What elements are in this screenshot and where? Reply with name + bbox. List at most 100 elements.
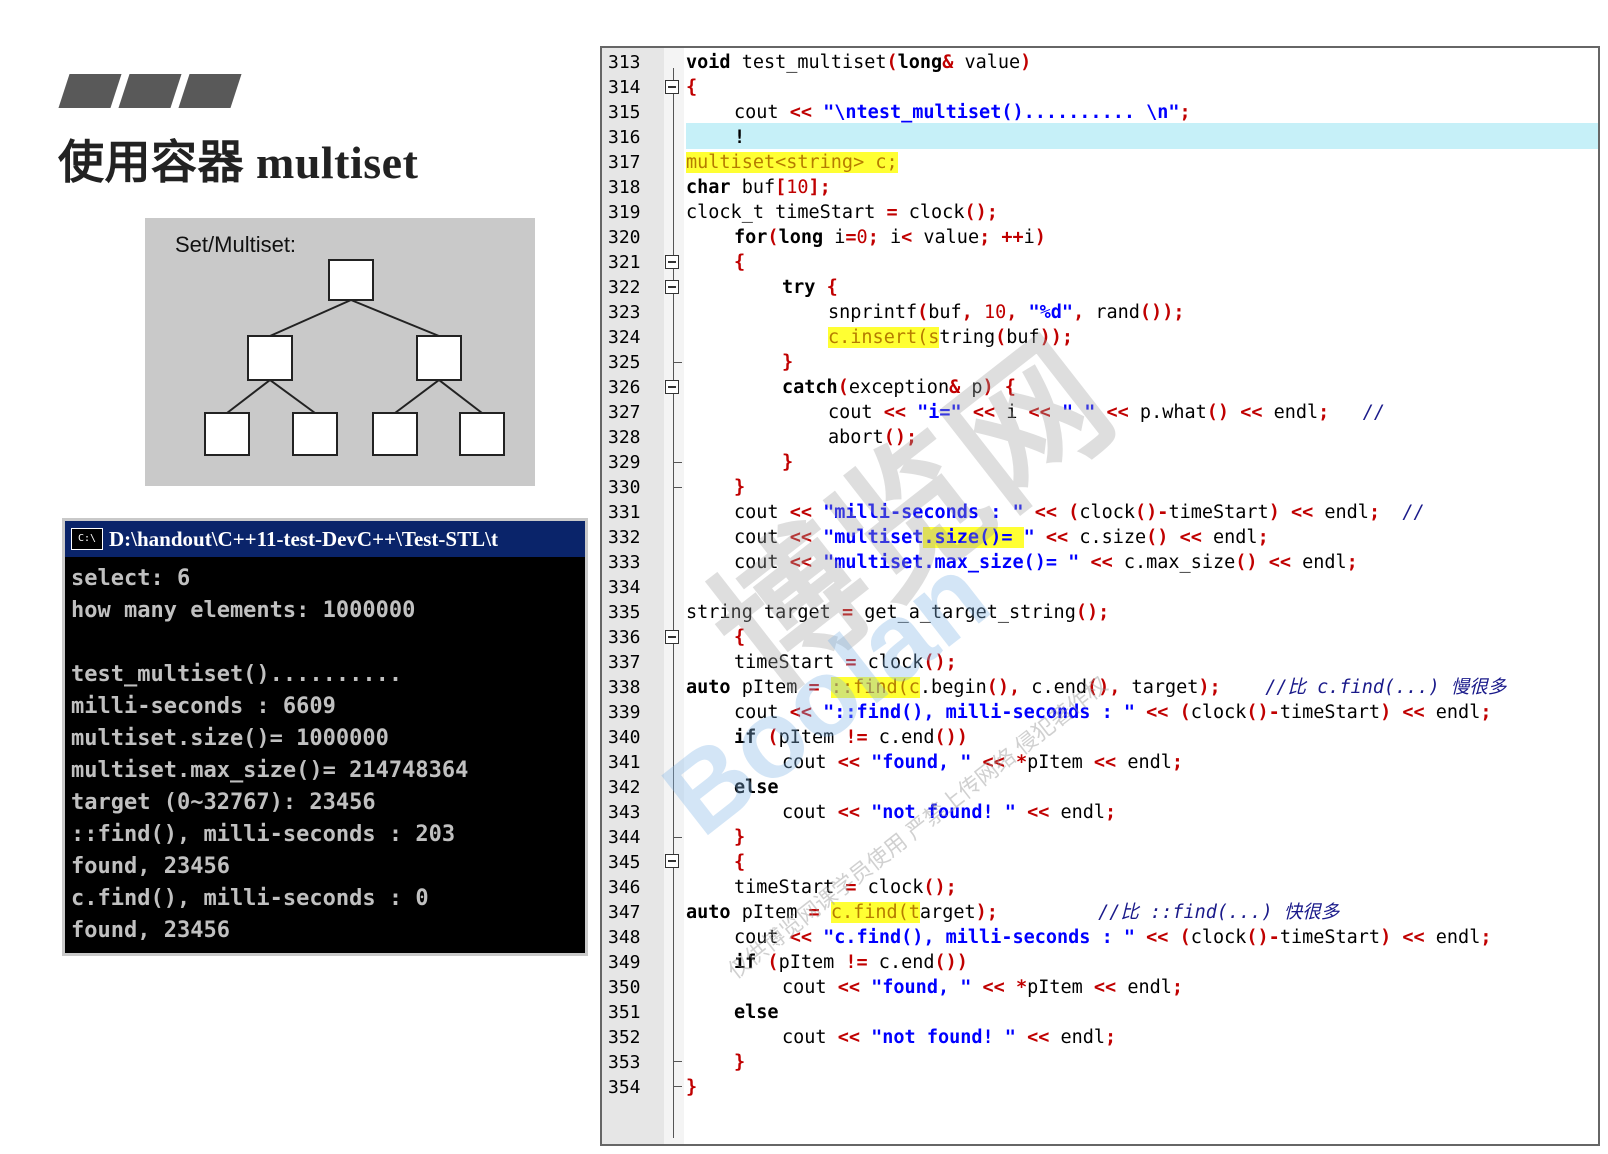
line-number: 340	[608, 727, 641, 748]
line-number: 353	[608, 1052, 641, 1073]
console-line: target (0~32767): 23456	[71, 790, 376, 815]
fold-end-marker	[673, 462, 682, 463]
code-line: cout << "not found! " << endl;	[782, 1027, 1117, 1048]
fold-column	[664, 48, 684, 1144]
fold-end-marker	[673, 487, 682, 488]
code-line: {	[686, 77, 698, 98]
fold-toggle-icon[interactable]	[665, 280, 679, 294]
console-title: D:\handout\C++11-test-DevC++\Test-STL\t	[109, 526, 498, 551]
code-line: multiset<string> c;	[686, 152, 898, 173]
console-line: how many elements: 1000000	[71, 598, 416, 623]
code-line: }	[686, 1077, 698, 1098]
fold-end-marker	[673, 1086, 682, 1087]
console-line: c.find(), milli-seconds : 0	[71, 886, 429, 911]
console-line: found, 23456	[71, 918, 230, 943]
decoration-bar	[178, 74, 242, 108]
line-number: 348	[608, 927, 641, 948]
binary-tree-graphic	[204, 259, 505, 456]
line-number: 345	[608, 852, 641, 873]
fold-end-marker	[673, 837, 682, 838]
tree-node	[372, 412, 418, 456]
tree-node	[416, 335, 462, 381]
fold-end-marker	[673, 362, 682, 363]
code-line: try {	[782, 277, 838, 298]
line-number: 314	[608, 77, 641, 98]
line-number: 319	[608, 202, 641, 223]
console-window[interactable]: C:\ D:\handout\C++11-test-DevC++\Test-ST…	[62, 518, 588, 956]
line-number: 316	[608, 127, 641, 148]
line-number: 330	[608, 477, 641, 498]
fold-end-marker	[673, 1061, 682, 1062]
line-number: 349	[608, 952, 641, 973]
fold-toggle-icon[interactable]	[665, 80, 679, 94]
fold-guide-line	[673, 68, 674, 1138]
line-number: 342	[608, 777, 641, 798]
line-number: 321	[608, 252, 641, 273]
slide-title: 使用容器 multiset	[58, 137, 419, 188]
console-line: select: 6	[71, 566, 191, 591]
code-line: }	[782, 352, 794, 373]
line-number: 333	[608, 552, 641, 573]
decoration-bar	[58, 74, 122, 108]
code-line: }	[734, 1052, 746, 1073]
console-titlebar[interactable]: C:\ D:\handout\C++11-test-DevC++\Test-ST…	[65, 521, 585, 557]
line-number: 332	[608, 527, 641, 548]
line-number-gutter: 313 314 315 316 317 318 319 320 321 322 323 324 325 3…	[602, 48, 664, 1144]
line-number: 344	[608, 827, 641, 848]
fold-toggle-icon[interactable]	[665, 854, 679, 868]
line-number: 331	[608, 502, 641, 523]
tree-node	[292, 412, 338, 456]
fold-toggle-icon[interactable]	[665, 380, 679, 394]
line-number: 313	[608, 52, 641, 73]
line-number: 327	[608, 402, 641, 423]
tree-node	[204, 412, 250, 456]
line-number: 317	[608, 152, 641, 173]
line-number: 329	[608, 452, 641, 473]
code-line: {	[734, 252, 746, 273]
code-line: clock_t timeStart = clock();	[686, 202, 998, 223]
decoration-bar	[118, 74, 182, 108]
tree-node	[459, 412, 505, 456]
line-number: 318	[608, 177, 641, 198]
line-number: 343	[608, 802, 641, 823]
current-line-highlight	[686, 123, 1598, 149]
console-line: multiset.max_size()= 214748364	[71, 758, 469, 783]
line-number: 320	[608, 227, 641, 248]
code-line: !	[734, 127, 746, 148]
console-line: milli-seconds : 6609	[71, 694, 336, 719]
line-number: 335	[608, 602, 641, 623]
code-line: cout << "found, " << *pItem << endl;	[782, 977, 1184, 998]
code-line: void test_multiset(long& value)	[686, 52, 1032, 73]
line-number: 325	[608, 352, 641, 373]
line-number: 338	[608, 677, 641, 698]
line-number: 315	[608, 102, 641, 123]
console-output: select: 6 how many elements: 1000000 tes…	[65, 557, 585, 947]
tree-diagram: Set/Multiset:	[145, 218, 535, 486]
line-number: 337	[608, 652, 641, 673]
fold-toggle-icon[interactable]	[665, 255, 679, 269]
line-number: 354	[608, 1077, 641, 1098]
line-number: 336	[608, 627, 641, 648]
code-line: for(long i=0; i< value; ++i)	[734, 227, 1046, 248]
line-number: 339	[608, 702, 641, 723]
code-line: else	[734, 1002, 779, 1023]
code-line: cout << "\ntest_multiset().......... \n"…	[734, 102, 1191, 123]
code-line: char buf[10];	[686, 177, 831, 198]
line-number: 324	[608, 327, 641, 348]
console-line: ::find(), milli-seconds : 203	[71, 822, 456, 847]
line-number: 326	[608, 377, 641, 398]
line-number: 334	[608, 577, 641, 598]
code-line: {	[734, 852, 746, 873]
line-number: 323	[608, 302, 641, 323]
fold-toggle-icon[interactable]	[665, 630, 679, 644]
tree-node-root	[328, 259, 374, 301]
line-number: 352	[608, 1027, 641, 1048]
console-line: test_multiset()..........	[71, 662, 403, 687]
line-number: 322	[608, 277, 641, 298]
line-number: 351	[608, 1002, 641, 1023]
console-line: multiset.size()= 1000000	[71, 726, 389, 751]
line-number: 350	[608, 977, 641, 998]
title-decoration-bars	[58, 74, 242, 110]
tree-node	[247, 335, 293, 381]
